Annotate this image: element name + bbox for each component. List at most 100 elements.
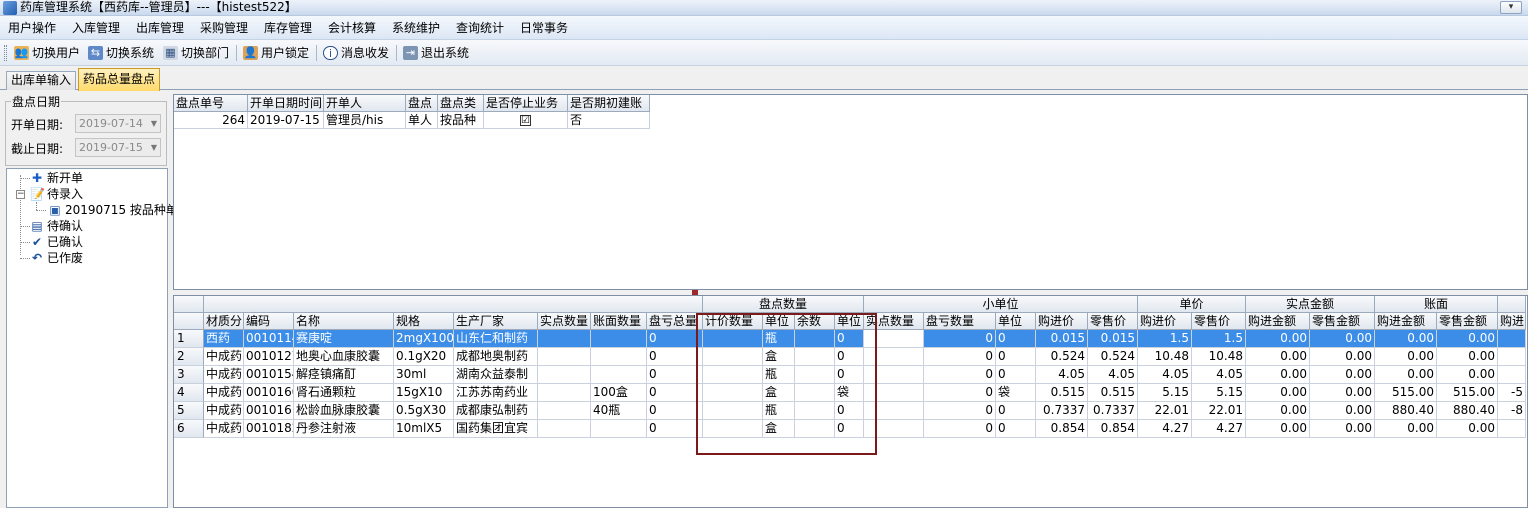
tree-item-confirmed[interactable]: ✔ 已确认 — [30, 234, 83, 250]
table-cell[interactable] — [538, 366, 591, 384]
table-cell[interactable]: 0 — [996, 330, 1036, 348]
menu-accounting[interactable]: 会计核算 — [328, 16, 376, 40]
order-date-cell[interactable]: 2019-07-15 — [248, 112, 324, 129]
order-number-cell[interactable]: 264 — [174, 112, 248, 129]
table-cell[interactable]: 0.00 — [1375, 366, 1437, 384]
table-cell[interactable]: 0010114 — [244, 330, 294, 348]
row-number[interactable]: 1 — [174, 330, 204, 348]
table-cell[interactable]: 2mgX100 — [394, 330, 454, 348]
column-header[interactable]: 购进金额 — [1246, 313, 1310, 330]
table-cell[interactable]: 0 — [996, 402, 1036, 420]
table-cell[interactable]: 中成药 — [204, 366, 244, 384]
table-cell[interactable]: 4.05 — [1088, 366, 1138, 384]
table-cell[interactable]: 0 — [924, 330, 996, 348]
table-cell[interactable] — [1498, 330, 1526, 348]
table-cell[interactable]: 0 — [996, 420, 1036, 438]
table-cell[interactable]: 0.524 — [1036, 348, 1088, 366]
table-cell[interactable]: 0.00 — [1437, 366, 1498, 384]
menu-daily[interactable]: 日常事务 — [520, 16, 568, 40]
table-cell[interactable]: 0 — [647, 384, 703, 402]
table-cell[interactable]: 江苏苏南药业 — [454, 384, 538, 402]
table-cell[interactable]: 40瓶 — [591, 402, 647, 420]
column-header[interactable]: 盘亏数量 — [924, 313, 996, 330]
column-header[interactable]: 开单人 — [324, 95, 406, 112]
table-cell[interactable]: 0.00 — [1310, 384, 1375, 402]
table-cell[interactable]: 4.27 — [1138, 420, 1192, 438]
tree-item-new[interactable]: ✚ 新开单 — [30, 170, 83, 186]
table-cell[interactable]: 5.15 — [1138, 384, 1192, 402]
table-cell[interactable] — [591, 420, 647, 438]
column-header[interactable]: 盘点 — [406, 95, 438, 112]
table-cell[interactable]: 西药 — [204, 330, 244, 348]
table-cell[interactable]: 515.00 — [1437, 384, 1498, 402]
table-cell[interactable]: 0 — [996, 348, 1036, 366]
table-cell[interactable]: 赛庚啶 — [294, 330, 394, 348]
table-cell[interactable]: 中成药 — [204, 402, 244, 420]
table-cell[interactable] — [591, 348, 647, 366]
stop-business-checkbox[interactable]: ☑ — [520, 115, 531, 126]
column-header[interactable]: 零售价 — [1192, 313, 1246, 330]
table-cell[interactable]: 0.00 — [1375, 420, 1437, 438]
switch-user-button[interactable]: 👥 切换用户 — [14, 43, 80, 63]
menu-inventory[interactable]: 库存管理 — [264, 16, 312, 40]
table-cell[interactable]: 0010182 — [244, 420, 294, 438]
table-cell[interactable]: 0.7337 — [1036, 402, 1088, 420]
menu-outbound[interactable]: 出库管理 — [136, 16, 184, 40]
table-cell[interactable]: 解痉镇痛酊 — [294, 366, 394, 384]
table-cell[interactable]: 0.00 — [1246, 366, 1310, 384]
menu-inbound[interactable]: 入库管理 — [72, 16, 120, 40]
table-cell[interactable]: 0.7337 — [1088, 402, 1138, 420]
order-type-cell[interactable]: 按品种 — [438, 112, 484, 129]
table-cell[interactable]: 880.40 — [1375, 402, 1437, 420]
table-cell[interactable]: 0.00 — [1375, 330, 1437, 348]
table-cell[interactable]: 肾石通颗粒 — [294, 384, 394, 402]
column-header[interactable]: 实点数量 — [538, 313, 591, 330]
table-cell[interactable]: 湖南众益泰制 — [454, 366, 538, 384]
switch-department-button[interactable]: ▦ 切换部门 — [163, 43, 229, 63]
table-cell[interactable] — [538, 420, 591, 438]
table-cell[interactable]: 0.00 — [1310, 366, 1375, 384]
order-user-cell[interactable]: 管理员/his — [324, 112, 406, 129]
table-cell[interactable] — [1498, 348, 1526, 366]
column-header[interactable]: 名称 — [294, 313, 394, 330]
row-number[interactable]: 4 — [174, 384, 204, 402]
column-header[interactable]: 编码 — [244, 313, 294, 330]
table-cell[interactable]: 10.48 — [1138, 348, 1192, 366]
table-cell[interactable]: 10mlX5 — [394, 420, 454, 438]
table-cell[interactable]: 0 — [647, 366, 703, 384]
table-cell[interactable]: 0.00 — [1375, 348, 1437, 366]
user-lock-button[interactable]: 👤 用户锁定 — [243, 43, 309, 63]
table-cell[interactable]: 地奥心血康胶囊 — [294, 348, 394, 366]
menu-system[interactable]: 系统维护 — [392, 16, 440, 40]
dropdown-arrow-icon[interactable]: ▼ — [151, 115, 157, 132]
column-header[interactable]: 账面数量 — [591, 313, 647, 330]
table-cell[interactable]: 0.854 — [1088, 420, 1138, 438]
table-cell[interactable]: 0.00 — [1437, 348, 1498, 366]
table-cell[interactable]: 0 — [924, 402, 996, 420]
table-cell[interactable]: 中成药 — [204, 384, 244, 402]
table-cell[interactable]: 0010160 — [244, 384, 294, 402]
order-scope-cell[interactable]: 单人 — [406, 112, 438, 129]
table-cell[interactable]: 30ml — [394, 366, 454, 384]
tree-item-voided[interactable]: ↶ 已作废 — [30, 250, 83, 266]
column-header[interactable]: 开单日期时间 — [248, 95, 324, 112]
column-header[interactable]: 零售金额 — [1437, 313, 1498, 330]
column-header[interactable]: 购进价 — [1138, 313, 1192, 330]
table-cell[interactable]: 4.05 — [1036, 366, 1088, 384]
table-cell[interactable]: 22.01 — [1138, 402, 1192, 420]
table-cell[interactable]: 0 — [924, 348, 996, 366]
initial-account-cell[interactable]: 否 — [568, 112, 650, 129]
tab-inventory-count[interactable]: 药品总量盘点 — [78, 68, 161, 91]
table-cell[interactable]: 0.1gX20 — [394, 348, 454, 366]
column-header[interactable]: 零售价 — [1088, 313, 1138, 330]
table-cell[interactable]: 中成药 — [204, 420, 244, 438]
table-cell[interactable]: 0 — [647, 420, 703, 438]
table-cell[interactable]: 0.515 — [1088, 384, 1138, 402]
table-cell[interactable]: 成都地奥制药 — [454, 348, 538, 366]
table-cell[interactable]: 0010127 — [244, 348, 294, 366]
column-header[interactable]: 购进 — [1498, 313, 1526, 330]
table-cell[interactable]: 0010161 — [244, 402, 294, 420]
table-cell[interactable] — [538, 384, 591, 402]
table-cell[interactable]: 0.00 — [1310, 402, 1375, 420]
column-header[interactable]: 材质分 — [204, 313, 244, 330]
